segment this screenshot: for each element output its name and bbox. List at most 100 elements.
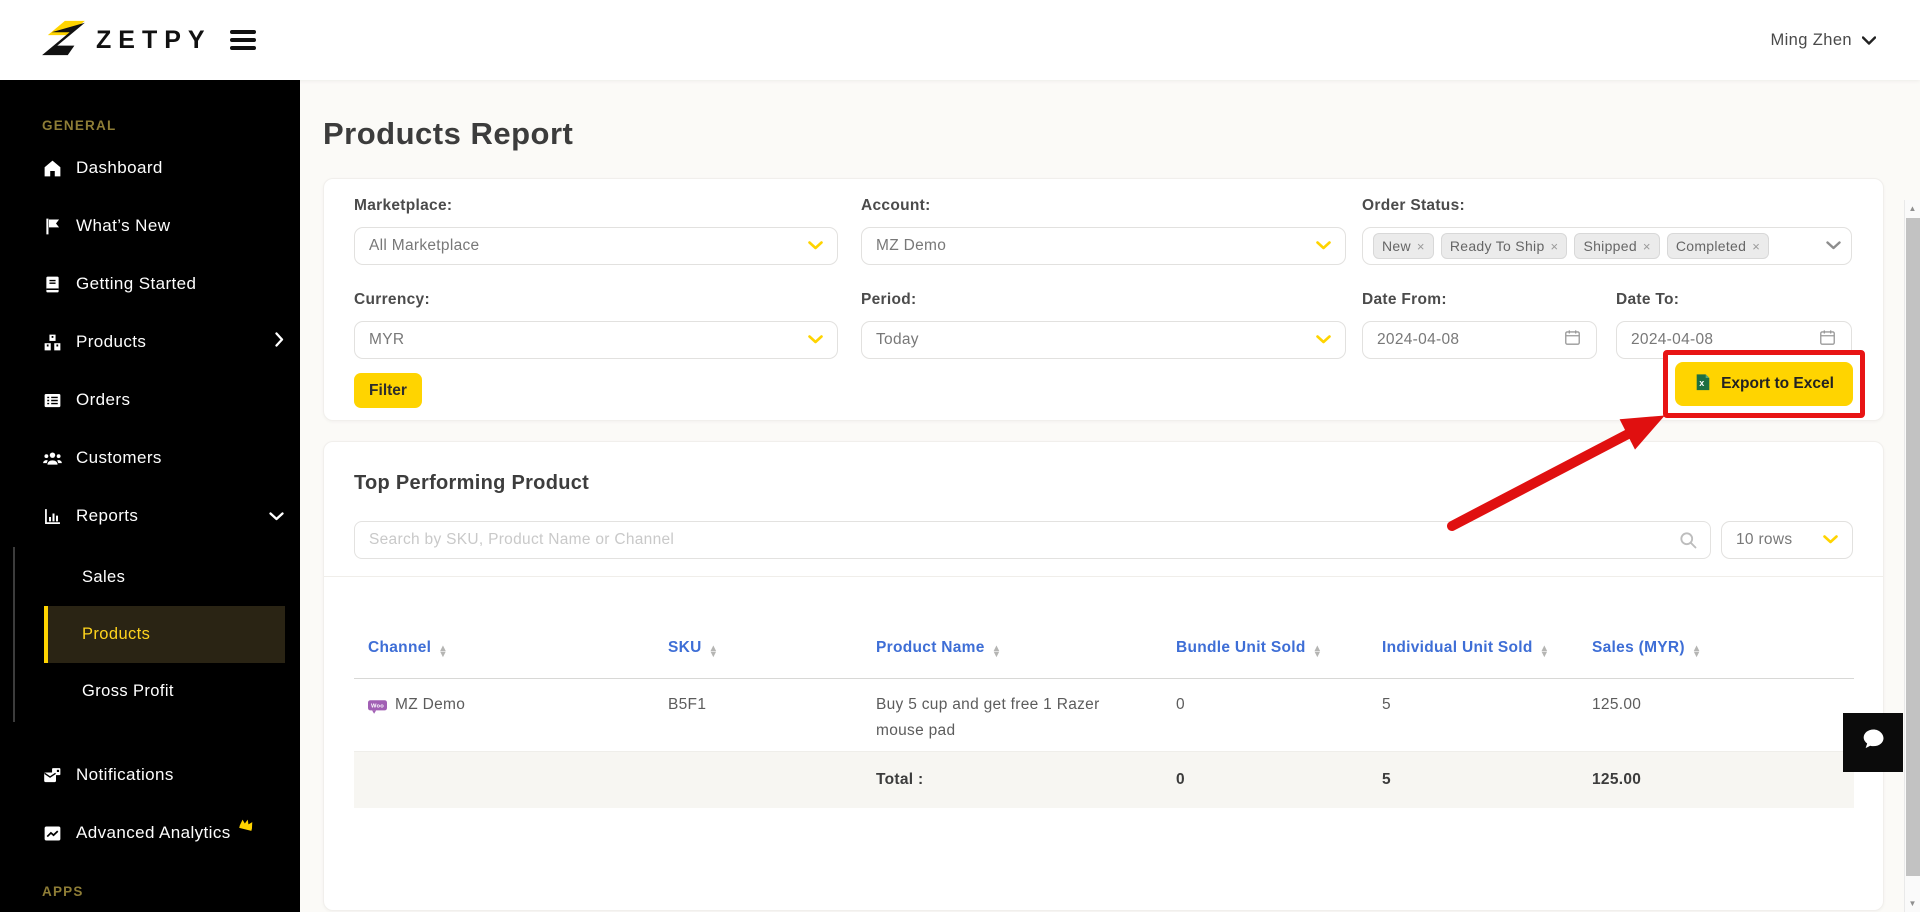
calendar-icon[interactable] — [1563, 328, 1582, 352]
scroll-up-arrow[interactable]: ▲ — [1905, 200, 1920, 217]
sort-icon[interactable]: ▲ ▼ — [1692, 644, 1702, 659]
vertical-scrollbar[interactable]: ▲ ▼ — [1904, 200, 1920, 912]
home-icon — [42, 158, 63, 179]
table-row: Woo MZ Demo B5F1 Buy 5 cup and get free … — [354, 678, 1854, 752]
sidebar-item-orders[interactable]: Orders — [0, 371, 300, 429]
sort-icon[interactable]: ▲ ▼ — [709, 644, 719, 659]
total-sales: 125.00 — [1578, 751, 1854, 808]
sidebar-item-advanced-analytics[interactable]: Advanced Analytics — [0, 804, 300, 862]
remove-tag-icon[interactable]: × — [1643, 239, 1651, 254]
chevron-down-icon — [1826, 237, 1841, 255]
export-highlight-annotation: x Export to Excel — [1663, 350, 1865, 418]
date-from-input[interactable] — [1377, 331, 1527, 349]
currency-select[interactable]: MYR — [354, 321, 838, 359]
chat-bubble-icon — [1859, 727, 1887, 758]
page-title: Products Report — [323, 116, 574, 151]
filters-panel: Marketplace: All Marketplace Account: MZ… — [323, 178, 1884, 421]
search-input[interactable] — [354, 521, 1711, 559]
scrollbar-thumb[interactable] — [1906, 218, 1920, 876]
top-bar: ZETPY Ming Zhen — [0, 0, 1920, 80]
svg-text:x: x — [1699, 378, 1704, 388]
sidebar-item-reports[interactable]: Reports — [0, 487, 300, 545]
column-header-sales-myr[interactable]: Sales (MYR) ▲ ▼ — [1578, 577, 1854, 679]
bundle-unit-sold-cell: 0 — [1162, 678, 1368, 752]
currency-label: Currency: — [354, 291, 430, 308]
column-header-individual-unit-sold[interactable]: Individual Unit Sold ▲ ▼ — [1368, 577, 1578, 679]
line-chart-icon — [42, 823, 63, 844]
calendar-icon[interactable] — [1818, 328, 1837, 352]
order-list-icon — [42, 390, 63, 411]
brand-name: ZETPY — [96, 25, 212, 54]
hamburger-menu-icon[interactable] — [229, 30, 256, 50]
chevron-down-icon — [1861, 31, 1877, 50]
chevron-down-icon — [808, 331, 823, 349]
chevron-right-icon — [275, 332, 284, 352]
date-from-field[interactable] — [1362, 321, 1597, 359]
chevron-down-icon — [269, 506, 284, 526]
chat-widget-button[interactable] — [1843, 713, 1903, 772]
sort-icon[interactable]: ▲ ▼ — [1313, 644, 1323, 659]
sidebar-item-whats-new[interactable]: What’s New — [0, 197, 300, 255]
remove-tag-icon[interactable]: × — [1752, 239, 1760, 254]
sidebar-item-products[interactable]: Products — [0, 313, 300, 371]
user-name: Ming Zhen — [1770, 30, 1852, 49]
bar-chart-icon — [42, 506, 63, 527]
marketplace-label: Marketplace: — [354, 197, 453, 214]
export-to-excel-button[interactable]: x Export to Excel — [1675, 362, 1853, 406]
brand-logo[interactable]: ZETPY — [0, 19, 212, 62]
user-menu[interactable]: Ming Zhen — [1770, 30, 1877, 50]
status-tag-completed[interactable]: Completed × — [1666, 233, 1770, 259]
main-content: Products Report Marketplace: All Marketp… — [300, 80, 1920, 912]
sidebar-section-general: GENERAL — [42, 118, 117, 133]
sort-icon[interactable]: ▲ ▼ — [438, 644, 448, 659]
sidebar-item-getting-started[interactable]: Getting Started — [0, 255, 300, 313]
sidebar-item-customers[interactable]: Customers — [0, 429, 300, 487]
book-icon — [42, 274, 63, 295]
column-header-channel[interactable]: Channel ▲ ▼ — [354, 577, 654, 679]
status-tag-new[interactable]: New × — [1373, 233, 1434, 259]
chevron-down-icon — [1316, 237, 1331, 255]
sidebar-subitem-sales[interactable]: Sales — [15, 549, 300, 606]
remove-tag-icon[interactable]: × — [1551, 239, 1559, 254]
sidebar: GENERAL Dashboard What’s New Getting Sta… — [0, 80, 300, 912]
zetpy-logo-icon — [40, 19, 86, 62]
sidebar-subitem-gross-profit[interactable]: Gross Profit — [15, 663, 300, 720]
chevron-down-icon — [1316, 331, 1331, 349]
account-select[interactable]: MZ Demo — [861, 227, 1346, 265]
order-status-label: Order Status: — [1362, 197, 1465, 214]
top-performing-product-panel: Top Performing Product 10 rows Channel▲▼ — [323, 441, 1884, 911]
mail-icon — [42, 765, 63, 786]
date-to-input[interactable] — [1631, 331, 1781, 349]
top-performing-product-table: Channel ▲ ▼ SKU ▲ ▼ Product Name ▲ ▼ Bundle Un… — [354, 577, 1854, 808]
excel-file-icon: x — [1694, 373, 1712, 396]
order-status-multiselect[interactable]: New × Ready To Ship × Shipped × Completed × — [1362, 227, 1852, 265]
sidebar-item-notifications[interactable]: Notifications — [0, 746, 300, 804]
boxes-icon — [42, 332, 63, 353]
chevron-down-icon — [1823, 531, 1838, 549]
status-tag-shipped[interactable]: Shipped × — [1574, 233, 1660, 259]
product-name-cell: Buy 5 cup and get free 1 Razer mouse pad — [862, 678, 1162, 752]
column-header-bundle-unit-sold[interactable]: Bundle Unit Sold ▲ ▼ — [1162, 577, 1368, 679]
column-header-product-name[interactable]: Product Name ▲ ▼ — [862, 577, 1162, 679]
table-title: Top Performing Product — [354, 472, 590, 494]
search-icon — [1678, 530, 1698, 555]
total-bundle-unit-sold: 0 — [1162, 751, 1368, 808]
marketplace-select[interactable]: All Marketplace — [354, 227, 838, 265]
sort-icon[interactable]: ▲ ▼ — [1540, 644, 1550, 659]
rows-per-page-select[interactable]: 10 rows — [1721, 521, 1853, 559]
filter-button[interactable]: Filter — [354, 373, 422, 408]
sort-icon[interactable]: ▲ ▼ — [992, 644, 1002, 659]
sidebar-item-dashboard[interactable]: Dashboard — [0, 139, 300, 197]
column-header-sku[interactable]: SKU ▲ ▼ — [654, 577, 862, 679]
account-label: Account: — [861, 197, 931, 214]
sidebar-subitem-products-active[interactable]: Products — [44, 606, 285, 663]
total-label: Total : — [862, 751, 1162, 808]
individual-unit-sold-cell: 5 — [1368, 678, 1578, 752]
remove-tag-icon[interactable]: × — [1417, 239, 1425, 254]
total-row: Total : 0 5 125.00 — [354, 751, 1854, 808]
period-select[interactable]: Today — [861, 321, 1346, 359]
scroll-down-arrow[interactable]: ▼ — [1905, 895, 1920, 912]
status-tag-ready-to-ship[interactable]: Ready To Ship × — [1440, 233, 1568, 259]
crown-icon — [238, 816, 254, 836]
date-from-label: Date From: — [1362, 291, 1447, 308]
